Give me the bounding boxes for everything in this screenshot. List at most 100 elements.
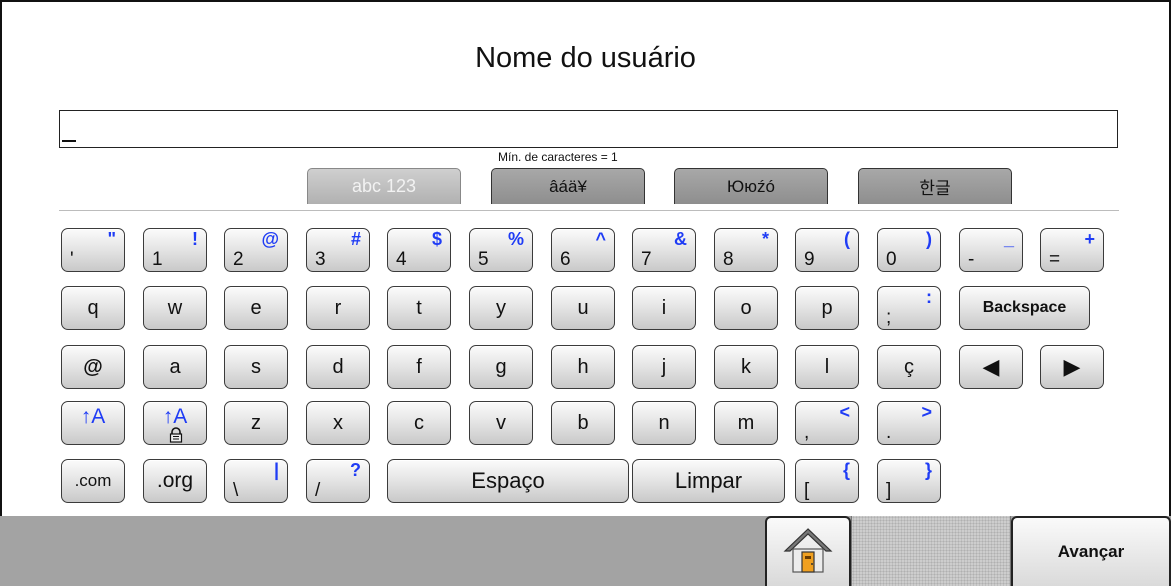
- key-row1-7-primary: 7: [641, 249, 652, 270]
- key-row1-10[interactable]: 0): [877, 228, 941, 272]
- key-row2-1[interactable]: w: [143, 286, 207, 330]
- slash-key[interactable]: /?: [306, 459, 370, 503]
- key-row4-2[interactable]: c: [387, 401, 451, 445]
- key-row2-0-label: q: [87, 296, 99, 319]
- key-row1-1-secondary: !: [192, 229, 198, 249]
- key-row1-11-primary: -: [968, 249, 975, 270]
- backspace-key[interactable]: Backspace: [959, 286, 1090, 330]
- arrow-left-key[interactable]: ◀: [959, 345, 1023, 389]
- tab-accented[interactable]: âáä¥: [491, 168, 645, 204]
- key-row4-3-label: v: [496, 411, 506, 434]
- key-row1-5[interactable]: 5%: [469, 228, 533, 272]
- tab-korean[interactable]: 한글: [858, 168, 1012, 204]
- key-row1-11[interactable]: - _: [959, 228, 1023, 272]
- key-row1-12[interactable]: = +: [1040, 228, 1104, 272]
- clear-key[interactable]: Limpar: [632, 459, 785, 503]
- key-row4-7[interactable]: , <: [795, 401, 859, 445]
- dot-org-key-label: .org: [156, 469, 194, 492]
- right-bracket-key-secondary: }: [924, 460, 932, 480]
- key-row1-10-primary: 0: [886, 249, 897, 270]
- key-row1-0[interactable]: ' ": [61, 228, 125, 272]
- key-row2-2[interactable]: e: [224, 286, 288, 330]
- key-row3-9-label: l: [824, 355, 830, 378]
- key-row4-6[interactable]: m: [714, 401, 778, 445]
- key-row1-5-secondary: %: [507, 229, 524, 249]
- dot-com-key[interactable]: .com: [61, 459, 125, 503]
- home-icon: [782, 524, 834, 581]
- key-row1-9[interactable]: 9(: [795, 228, 859, 272]
- arrow-right-key[interactable]: ▶: [1040, 345, 1104, 389]
- key-row3-2[interactable]: s: [224, 345, 288, 389]
- arrow-right-key-label: ▶: [1063, 354, 1081, 379]
- dot-org-key[interactable]: .org: [143, 459, 207, 503]
- key-row4-0[interactable]: z: [224, 401, 288, 445]
- backslash-key[interactable]: \ |: [224, 459, 288, 503]
- key-row3-10[interactable]: ç: [877, 345, 941, 389]
- dot-com-key-label: .com: [74, 471, 112, 490]
- key-row1-8[interactable]: 8 *: [714, 228, 778, 272]
- key-row2-5[interactable]: y: [469, 286, 533, 330]
- key-row3-3[interactable]: d: [306, 345, 370, 389]
- key-row2-8[interactable]: o: [714, 286, 778, 330]
- key-row1-8-primary: 8: [723, 249, 734, 270]
- key-row2-4-label: t: [416, 296, 422, 319]
- space-key-label: Espaço: [471, 468, 545, 493]
- key-row1-0-secondary: ": [107, 229, 116, 249]
- key-row1-1[interactable]: 1!: [143, 228, 207, 272]
- key-row4-8[interactable]: . >: [877, 401, 941, 445]
- tab-cyrillic[interactable]: Ююźó: [674, 168, 828, 204]
- key-row3-0[interactable]: @: [61, 345, 125, 389]
- key-row4-3[interactable]: v: [469, 401, 533, 445]
- page-title: Nome do usuário: [475, 42, 696, 74]
- key-row1-9-primary: 9: [804, 249, 815, 270]
- key-row4-1-label: x: [333, 411, 343, 434]
- key-row4-6-label: m: [737, 411, 755, 434]
- key-row1-4[interactable]: 4 $: [387, 228, 451, 272]
- next-button[interactable]: Avançar: [1011, 516, 1171, 586]
- key-row2-7[interactable]: i: [632, 286, 696, 330]
- key-row1-3[interactable]: 3 #: [306, 228, 370, 272]
- key-row3-4[interactable]: f: [387, 345, 451, 389]
- key-row4-5[interactable]: n: [632, 401, 696, 445]
- username-input[interactable]: [59, 110, 1118, 148]
- key-row4-1[interactable]: x: [306, 401, 370, 445]
- shift-key[interactable]: ↑A: [61, 401, 125, 445]
- key-row3-1[interactable]: a: [143, 345, 207, 389]
- key-row2-4[interactable]: t: [387, 286, 451, 330]
- home-button[interactable]: [765, 516, 851, 586]
- clear-key-label: Limpar: [674, 468, 743, 493]
- tab-abc-123[interactable]: abc 123: [307, 168, 461, 204]
- key-row3-8[interactable]: k: [714, 345, 778, 389]
- left-bracket-key-secondary: {: [842, 460, 850, 480]
- key-row2-8-label: o: [740, 296, 752, 319]
- key-row2-0[interactable]: q: [61, 286, 125, 330]
- key-row4-4[interactable]: b: [551, 401, 615, 445]
- space-key[interactable]: Espaço: [387, 459, 629, 503]
- left-bracket-key[interactable]: [{: [795, 459, 859, 503]
- key-row2-3[interactable]: r: [306, 286, 370, 330]
- key-row2-6[interactable]: u: [551, 286, 615, 330]
- key-row3-7[interactable]: j: [632, 345, 696, 389]
- key-row3-0-label: @: [83, 355, 103, 378]
- key-row3-5[interactable]: g: [469, 345, 533, 389]
- key-row2-3-label: r: [334, 296, 342, 319]
- key-row3-9[interactable]: l: [795, 345, 859, 389]
- key-row2-9[interactable]: p: [795, 286, 859, 330]
- key-row1-6[interactable]: 6 ^: [551, 228, 615, 272]
- key-row3-4-label: f: [416, 355, 422, 378]
- key-row1-6-secondary: ^: [595, 229, 606, 249]
- key-row1-2[interactable]: 2 @: [224, 228, 288, 272]
- key-row2-5-label: y: [496, 296, 506, 319]
- key-row1-0-primary: ': [70, 249, 74, 270]
- right-bracket-key[interactable]: ]}: [877, 459, 941, 503]
- left-bracket-key-primary: [: [804, 480, 810, 501]
- key-row3-6[interactable]: h: [551, 345, 615, 389]
- shift-key-label: ↑A: [80, 405, 106, 428]
- caps-lock-key[interactable]: ↑A: [143, 401, 207, 445]
- key-row3-1-label: a: [169, 355, 181, 378]
- key-row2-6-label: u: [577, 296, 589, 319]
- key-row2-10[interactable]: ;:: [877, 286, 941, 330]
- key-row1-2-primary: 2: [233, 249, 244, 270]
- key-row3-5-label: g: [495, 355, 507, 378]
- key-row1-7[interactable]: 7 &: [632, 228, 696, 272]
